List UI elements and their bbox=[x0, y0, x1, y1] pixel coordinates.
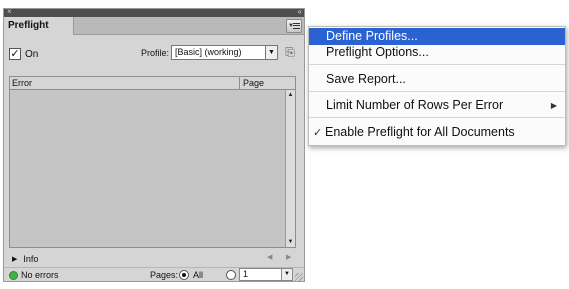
chevron-down-icon[interactable]: ▼ bbox=[281, 269, 292, 280]
pages-label: Pages: bbox=[150, 270, 179, 280]
checkmark-icon: ✓ bbox=[313, 127, 323, 139]
menu-separator bbox=[309, 64, 565, 65]
resize-grip-icon[interactable] bbox=[295, 273, 303, 281]
collapse-icon[interactable]: « bbox=[298, 7, 303, 17]
menu-item-preflight-options[interactable]: Preflight Options... bbox=[309, 44, 565, 61]
column-divider[interactable] bbox=[239, 77, 240, 90]
tab-preflight[interactable]: Preflight bbox=[4, 17, 74, 35]
profile-select[interactable]: [Basic] (working) ▼ bbox=[171, 45, 278, 60]
panel-title-strip: × « bbox=[4, 7, 304, 17]
pages-all-label: All bbox=[193, 270, 204, 280]
menu-item-define-profiles[interactable]: Define Profiles... bbox=[309, 28, 565, 45]
pages-range-radio[interactable] bbox=[226, 270, 236, 280]
next-error-icon[interactable]: ▶ bbox=[286, 253, 291, 261]
pages-range-input[interactable]: 1 ▼ bbox=[239, 268, 293, 281]
column-page[interactable]: Page bbox=[243, 78, 264, 88]
menu-item-limit-rows[interactable]: Limit Number of Rows Per Error ▶ bbox=[309, 97, 565, 114]
status-bar: No errors Pages: All 1 ▼ bbox=[4, 267, 304, 282]
panel-menu-button[interactable]: ▼ bbox=[286, 19, 302, 33]
submenu-arrow-icon: ▶ bbox=[550, 101, 557, 110]
menu-separator bbox=[309, 91, 565, 92]
pages-range-value: 1 bbox=[243, 269, 249, 279]
menu-separator bbox=[309, 117, 565, 118]
profile-label: Profile: bbox=[141, 48, 170, 58]
status-indicator-icon bbox=[9, 271, 18, 280]
menu-lines-icon bbox=[293, 23, 300, 29]
scroll-down-icon[interactable]: ▼ bbox=[286, 237, 295, 247]
define-profiles-icon[interactable]: ⎘ bbox=[283, 44, 297, 60]
scroll-up-icon[interactable]: ▲ bbox=[286, 90, 295, 100]
on-checkbox[interactable]: ✓ bbox=[9, 48, 21, 60]
close-icon[interactable]: × bbox=[7, 7, 12, 17]
list-header: Error Page bbox=[10, 77, 295, 90]
info-row[interactable]: ▶ Info bbox=[12, 253, 38, 265]
disclosure-triangle-icon[interactable]: ▶ bbox=[12, 255, 17, 263]
chevron-down-icon: ▼ bbox=[265, 46, 277, 59]
column-error[interactable]: Error bbox=[12, 78, 32, 88]
menu-item-save-report[interactable]: Save Report... bbox=[309, 71, 565, 88]
list-scrollbar[interactable]: ▲ ▼ bbox=[285, 90, 295, 247]
error-list[interactable]: Error Page ▲ ▼ bbox=[9, 76, 296, 248]
preflight-panel-menu: Define Profiles... Preflight Options... … bbox=[308, 26, 566, 146]
status-text: No errors bbox=[21, 270, 59, 280]
panel-tab-bar: Preflight ▼ bbox=[4, 17, 304, 35]
previous-error-icon[interactable]: ◀ bbox=[267, 253, 272, 261]
on-label: On bbox=[25, 48, 39, 60]
menu-item-enable-preflight-all[interactable]: ✓ Enable Preflight for All Documents bbox=[309, 124, 565, 141]
menu-item-limit-rows-label: Limit Number of Rows Per Error bbox=[326, 98, 504, 112]
pages-all-radio[interactable] bbox=[179, 270, 189, 280]
info-label: Info bbox=[23, 254, 39, 264]
on-row: ✓ On bbox=[9, 47, 38, 61]
menu-item-enable-preflight-all-label: Enable Preflight for All Documents bbox=[325, 125, 515, 139]
profile-select-value: [Basic] (working) bbox=[175, 47, 242, 57]
preflight-panel: × « Preflight ▼ ✓ On Profile: [Basic] (w… bbox=[3, 7, 305, 282]
